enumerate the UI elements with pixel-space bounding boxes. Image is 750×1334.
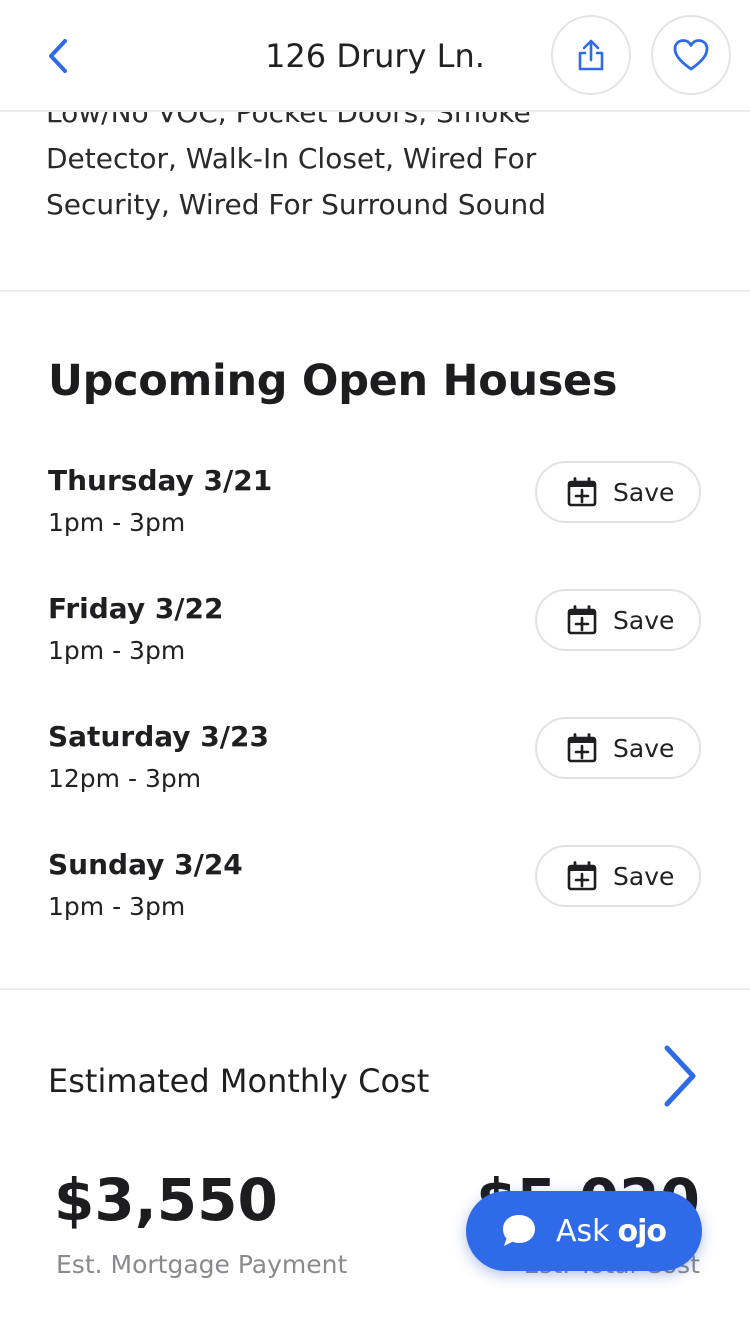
open-house-day: Thursday 3/21 (48, 464, 273, 497)
ojo-logo: ojo (617, 1213, 668, 1249)
ask-ojo-button[interactable]: Ask ojo (466, 1191, 702, 1271)
calendar-add-icon (567, 605, 597, 635)
save-label: Save (613, 733, 675, 763)
calendar-add-icon (567, 861, 597, 891)
share-button[interactable] (551, 15, 631, 95)
ask-label: Ask (556, 1213, 610, 1249)
open-house-time: 1pm - 3pm (48, 508, 186, 537)
share-icon (578, 39, 604, 71)
page-title: 126 Drury Ln. (265, 37, 485, 75)
calendar-add-icon (567, 733, 597, 763)
amenities-line: Detector, Walk-In Closet, Wired For (46, 142, 537, 175)
open-house-day: Friday 3/22 (48, 592, 224, 625)
monthly-cost-details-button[interactable] (655, 1040, 705, 1112)
save-label: Save (613, 861, 675, 891)
save-open-house-button[interactable]: Save (535, 461, 701, 523)
open-house-time: 1pm - 3pm (48, 892, 186, 921)
calendar-add-icon (567, 477, 597, 507)
section-divider (0, 290, 750, 292)
mortgage-payment-label: Est. Mortgage Payment (56, 1250, 348, 1279)
save-label: Save (613, 605, 675, 635)
save-open-house-button[interactable]: Save (535, 589, 701, 651)
save-label: Save (613, 477, 675, 507)
heart-icon (673, 39, 709, 71)
favorite-button[interactable] (651, 15, 731, 95)
section-divider (0, 988, 750, 990)
mortgage-payment-value: $3,550 (54, 1166, 278, 1234)
open-house-item: Sunday 3/24 1pm - 3pm Save (0, 845, 750, 948)
open-house-item: Saturday 3/23 12pm - 3pm Save (0, 717, 750, 820)
open-house-time: 12pm - 3pm (48, 764, 202, 793)
amenities-line: Security, Wired For Surround Sound (46, 188, 546, 221)
open-house-item: Friday 3/22 1pm - 3pm Save (0, 589, 750, 692)
chevron-right-icon (664, 1045, 696, 1107)
chat-bubble-icon (498, 1210, 540, 1252)
open-house-day: Saturday 3/23 (48, 720, 269, 753)
save-open-house-button[interactable]: Save (535, 717, 701, 779)
top-nav-bar: 126 Drury Ln. (0, 0, 750, 112)
monthly-cost-title: Estimated Monthly Cost (48, 1062, 430, 1100)
save-open-house-button[interactable]: Save (535, 845, 701, 907)
open-houses-title: Upcoming Open Houses (48, 356, 618, 406)
open-house-time: 1pm - 3pm (48, 636, 186, 665)
open-house-item: Thursday 3/21 1pm - 3pm Save (0, 461, 750, 564)
open-house-day: Sunday 3/24 (48, 848, 243, 881)
